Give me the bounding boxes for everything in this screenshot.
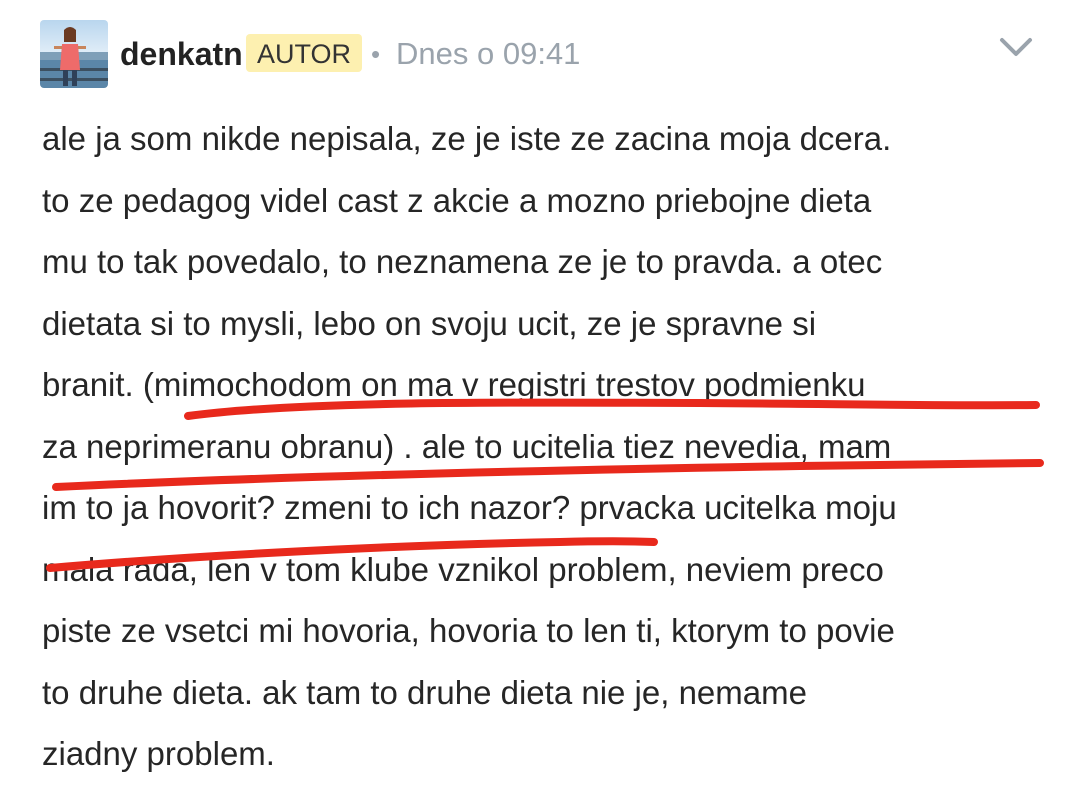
avatar-image	[40, 20, 108, 88]
author-badge: AUTOR	[246, 34, 363, 72]
author-username[interactable]: denkatn	[120, 34, 243, 74]
chevron-down-icon[interactable]	[996, 34, 1036, 62]
post-body: ale ja som nikde nepisala, ze je iste ze…	[42, 120, 897, 772]
meta-separator: •	[371, 39, 381, 69]
forum-post: denkatn AUTOR • Dnes o 09:41 ale ja som …	[0, 0, 1080, 790]
avatar[interactable]	[40, 20, 108, 88]
post-header: denkatn AUTOR • Dnes o 09:41	[40, 20, 1040, 88]
post-timestamp: Dnes o 09:41	[396, 36, 581, 71]
